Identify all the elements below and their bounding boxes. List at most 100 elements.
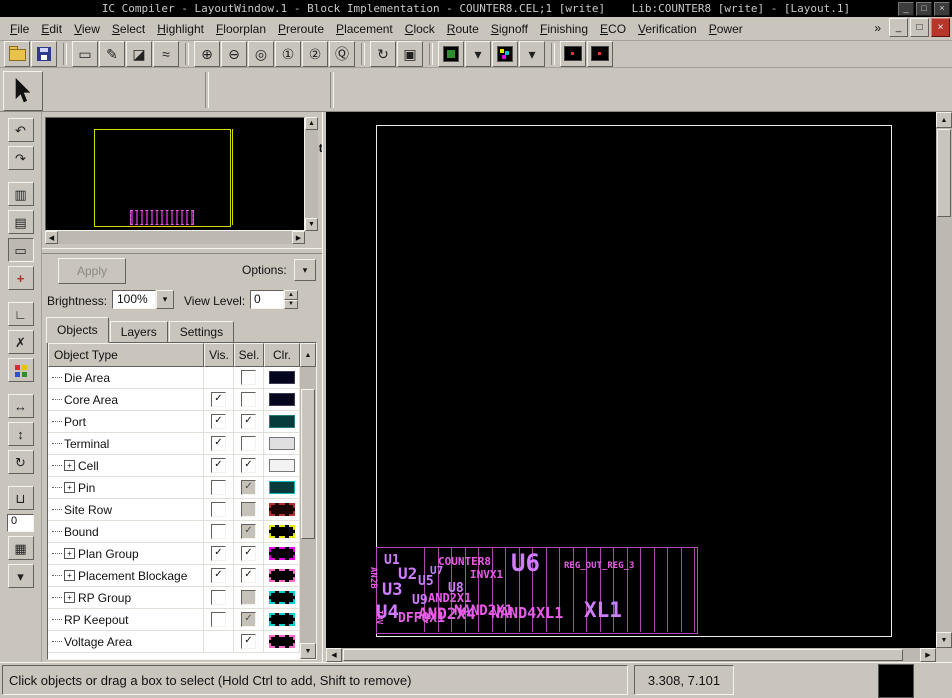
scroll-left-icon[interactable]: ◀ <box>45 231 58 244</box>
scroll-right-icon[interactable]: ▶ <box>292 231 305 244</box>
panel-divider[interactable] <box>42 248 322 254</box>
map-view-icon[interactable] <box>438 41 464 67</box>
tab-objects[interactable]: Objects <box>46 317 109 343</box>
mdi-minimize-icon[interactable]: _ <box>889 18 908 37</box>
object-row-placement-blockage[interactable]: +Placement Blockage✓✓ <box>48 565 300 587</box>
visibility-checkbox[interactable]: ✓ <box>211 458 226 473</box>
chevron-down-icon[interactable]: ▾ <box>156 290 174 309</box>
maximize-icon[interactable]: □ <box>916 2 932 16</box>
object-row-plan-group[interactable]: +Plan Group✓✓ <box>48 543 300 565</box>
menu-power[interactable]: Power <box>703 19 749 39</box>
object-row-cell[interactable]: +Cell✓✓ <box>48 455 300 477</box>
visibility-checkbox[interactable] <box>211 524 226 539</box>
close-icon[interactable]: × <box>934 2 950 16</box>
minimize-icon[interactable]: _ <box>898 2 914 16</box>
worldview-vertical-scrollbar[interactable]: ▲ ▼ <box>305 117 318 231</box>
flip-horizontal-icon[interactable]: ↔ <box>8 394 34 418</box>
canvas-vertical-scrollbar[interactable]: ▲ ▼ <box>936 112 952 648</box>
color-swatch[interactable] <box>269 503 295 516</box>
selectability-checkbox[interactable]: ✓ <box>241 546 256 561</box>
zoom-next-icon[interactable]: ② <box>302 41 328 67</box>
menu-select[interactable]: Select <box>106 19 151 39</box>
menu-overflow-chevron[interactable]: » <box>868 21 887 35</box>
worldview-horizontal-scrollbar[interactable]: ◀ ▶ <box>45 231 305 244</box>
selectability-checkbox[interactable]: ✓ <box>241 524 256 539</box>
scroll-up-icon[interactable]: ▲ <box>305 117 318 130</box>
color-swatch[interactable] <box>269 415 295 428</box>
zoom-previous-icon[interactable]: ① <box>275 41 301 67</box>
menu-view[interactable]: View <box>68 19 106 39</box>
color-map-dropdown-icon[interactable]: ▾ <box>519 41 545 67</box>
scrollbar-thumb[interactable] <box>343 649 903 661</box>
rotate-icon[interactable]: ↻ <box>8 450 34 474</box>
menu-clock[interactable]: Clock <box>399 19 441 39</box>
selectability-checkbox[interactable]: ✓ <box>241 458 256 473</box>
expand-icon[interactable]: + <box>64 570 75 581</box>
zoom-in-icon[interactable]: ⊕ <box>194 41 220 67</box>
spin-up-icon[interactable]: ▲ <box>284 290 298 300</box>
options-dropdown-button[interactable]: ▾ <box>294 259 316 281</box>
menu-signoff[interactable]: Signoff <box>485 19 534 39</box>
object-row-terminal[interactable]: Terminal✓ <box>48 433 300 455</box>
map-view-dropdown-icon[interactable]: ▾ <box>465 41 491 67</box>
menu-preroute[interactable]: Preroute <box>272 19 330 39</box>
area-select-icon[interactable]: ▭ <box>8 238 34 262</box>
scroll-up-icon[interactable]: ▲ <box>300 343 316 367</box>
color-swatch[interactable] <box>269 613 295 626</box>
scrollbar-thumb[interactable] <box>301 389 315 539</box>
zoom-fit-icon[interactable]: ◎ <box>248 41 274 67</box>
edit-pencil-icon[interactable]: ✎ <box>99 41 125 67</box>
visibility-checkbox[interactable] <box>211 480 226 495</box>
object-row-core-area[interactable]: Core Area✓ <box>48 389 300 411</box>
color-swatch[interactable] <box>269 525 295 538</box>
selectability-checkbox[interactable] <box>241 436 256 451</box>
selectability-checkbox[interactable] <box>241 502 256 517</box>
object-row-voltage-area[interactable]: Voltage Area✓ <box>48 631 300 653</box>
scroll-down-icon[interactable]: ▼ <box>936 632 952 648</box>
object-table-scrollbar[interactable]: ▼ <box>300 367 316 659</box>
object-row-die-area[interactable]: Die Area <box>48 367 300 389</box>
world-view[interactable] <box>45 117 305 231</box>
scroll-down-icon[interactable]: ▼ <box>300 643 316 659</box>
header-object-type[interactable]: Object Type <box>48 343 204 367</box>
selectability-checkbox[interactable]: ✓ <box>241 634 256 649</box>
paste-icon[interactable]: ▤ <box>8 210 34 234</box>
expand-icon[interactable]: + <box>64 460 75 471</box>
selectability-checkbox[interactable]: ✓ <box>241 480 256 495</box>
expand-icon[interactable]: + <box>64 482 75 493</box>
color-swatch[interactable] <box>269 635 295 648</box>
object-row-pin[interactable]: +Pin✓ <box>48 477 300 499</box>
color-swatch[interactable] <box>269 437 295 450</box>
expand-tool-icon[interactable]: ▾ <box>8 564 34 588</box>
snapshot-icon[interactable]: ▣ <box>397 41 423 67</box>
layers-icon[interactable]: ▦ <box>8 536 34 560</box>
delete-icon[interactable]: ✗ <box>8 330 34 354</box>
ruler-icon[interactable]: ∟ <box>8 302 34 326</box>
select-tool-button[interactable] <box>3 71 43 111</box>
color-swatch[interactable] <box>269 569 295 582</box>
menu-placement[interactable]: Placement <box>330 19 399 39</box>
open-icon[interactable] <box>4 41 30 67</box>
level-input[interactable]: 0 <box>7 514 34 532</box>
visibility-checkbox[interactable]: ✓ <box>211 568 226 583</box>
apply-button[interactable]: Apply <box>58 258 126 284</box>
visibility-checkbox[interactable] <box>211 590 226 605</box>
visibility-checkbox[interactable]: ✓ <box>211 546 226 561</box>
object-row-rp-group[interactable]: +RP Group <box>48 587 300 609</box>
tab-settings[interactable]: Settings <box>169 321 234 343</box>
undo-icon[interactable]: ↶ <box>8 118 34 142</box>
menu-verification[interactable]: Verification <box>632 19 703 39</box>
color-swatch[interactable] <box>269 591 295 604</box>
add-object-icon[interactable]: + <box>8 266 34 290</box>
color-map-icon[interactable] <box>492 41 518 67</box>
eraser-icon[interactable]: ◪ <box>126 41 152 67</box>
menu-finishing[interactable]: Finishing <box>534 19 594 39</box>
color-swatch[interactable] <box>269 393 295 406</box>
color-palette-icon[interactable] <box>8 358 34 382</box>
visibility-checkbox[interactable]: ✓ <box>211 414 226 429</box>
expand-icon[interactable]: + <box>64 548 75 559</box>
scroll-right-icon[interactable]: ▶ <box>920 648 936 662</box>
flip-vertical-icon[interactable]: ↕ <box>8 422 34 446</box>
view-level-spinbox[interactable]: 0 ▲ ▼ <box>250 290 298 309</box>
menu-route[interactable]: Route <box>441 19 485 39</box>
